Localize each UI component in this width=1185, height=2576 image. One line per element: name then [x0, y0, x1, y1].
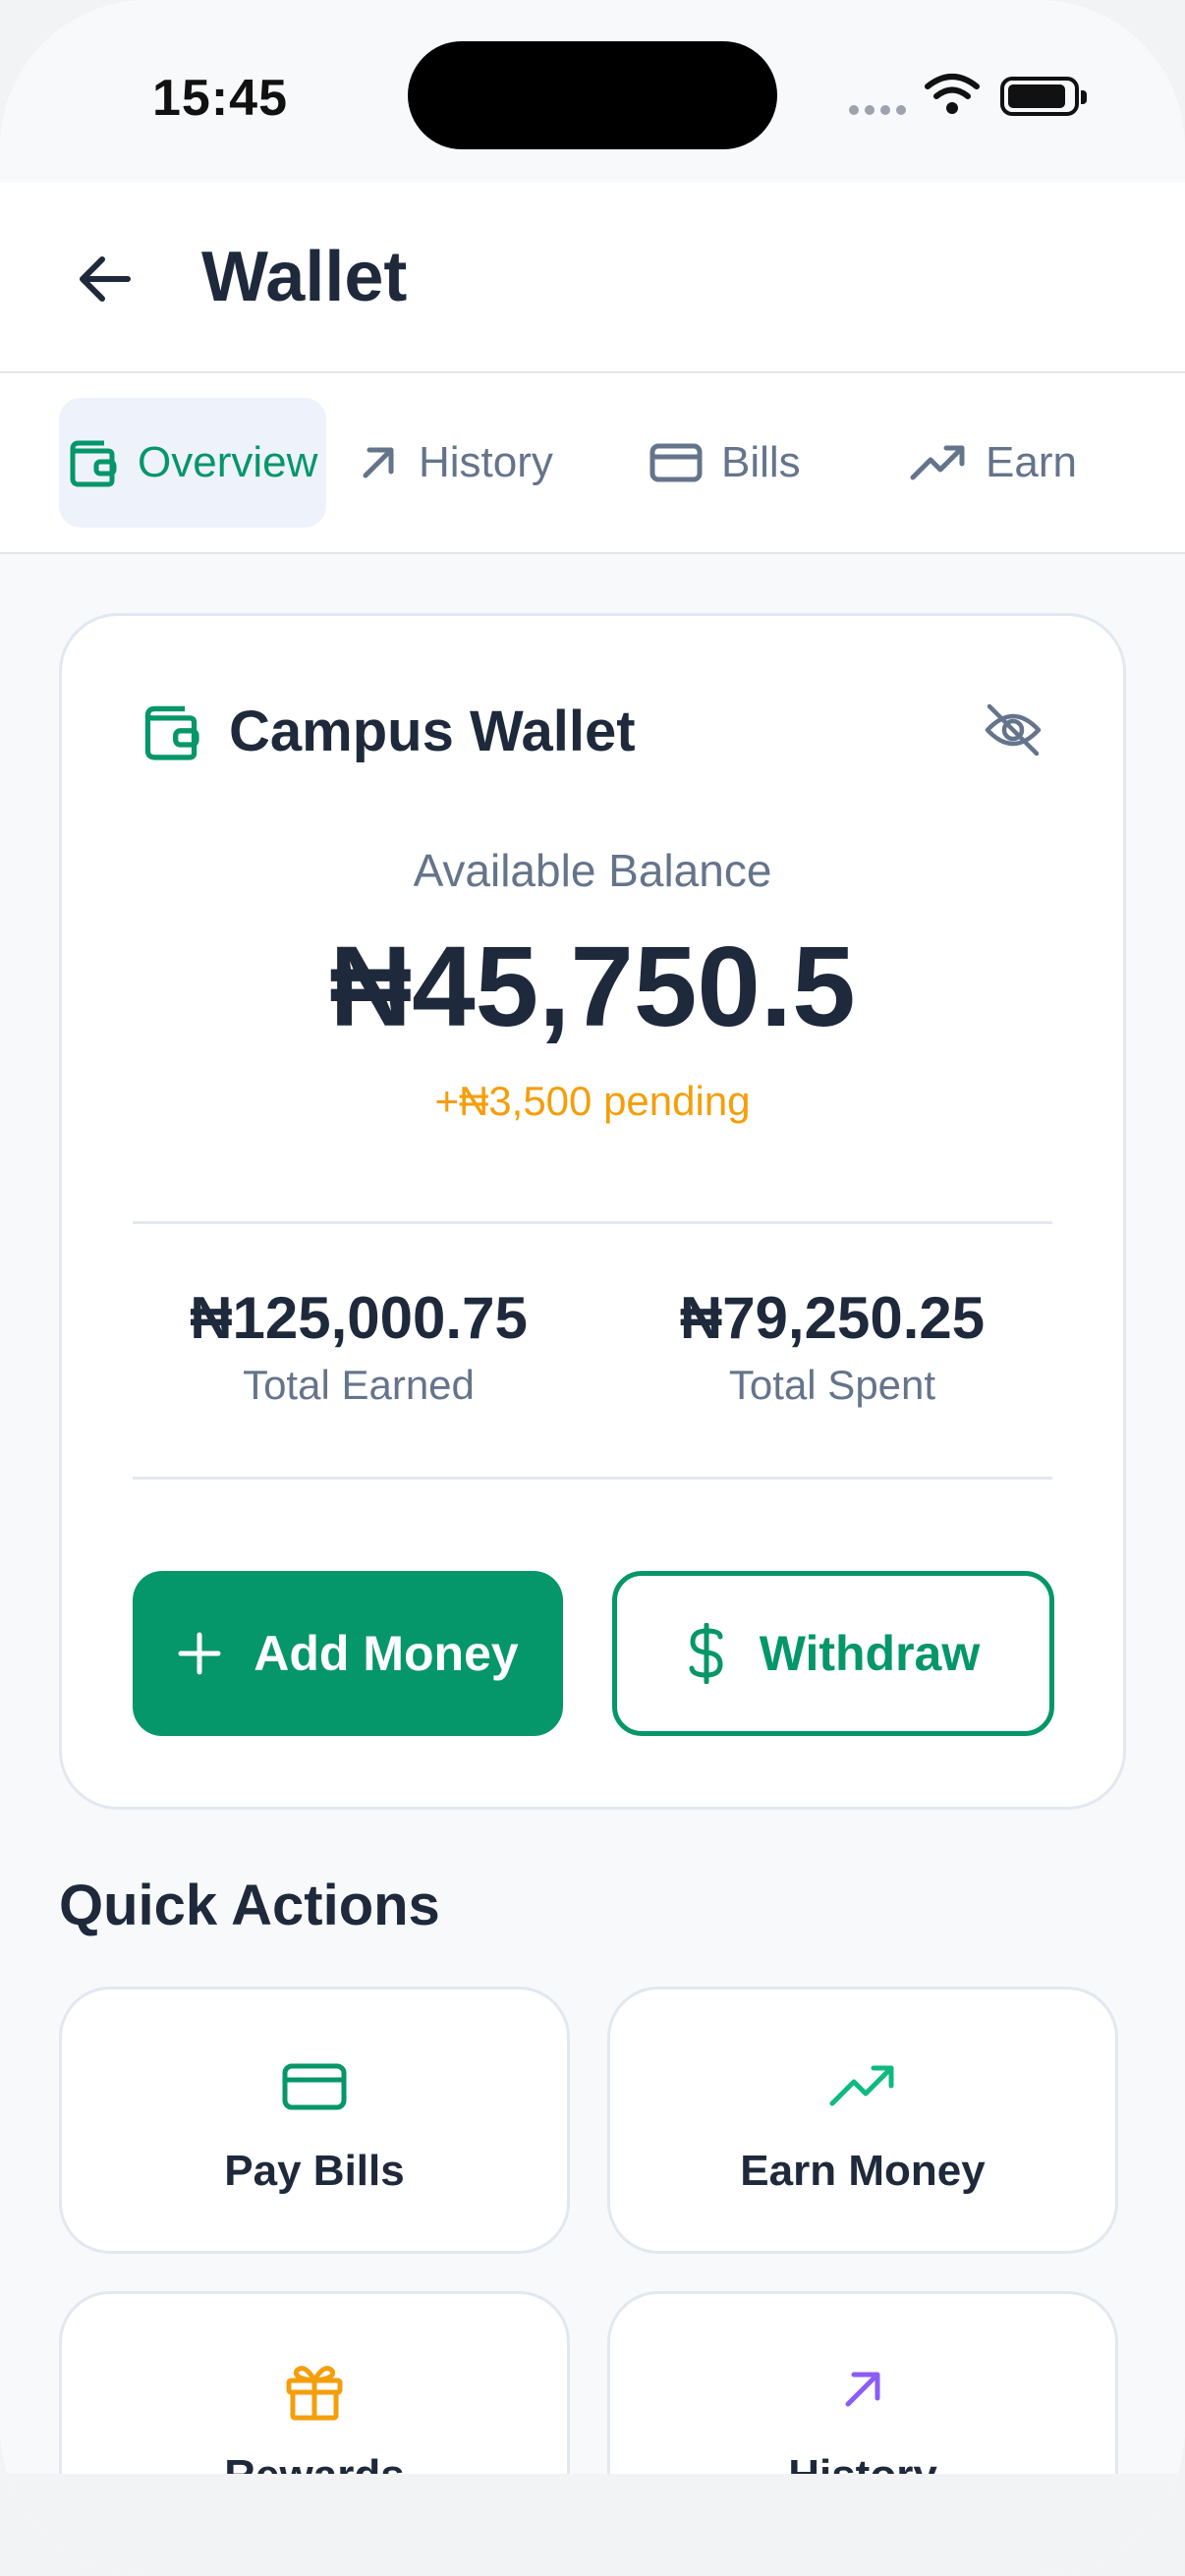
credit-card-icon [282, 2063, 347, 2110]
page-title: Wallet [201, 238, 408, 316]
quick-action-label: Earn Money [740, 2147, 986, 2195]
app-header: Wallet [0, 183, 1185, 373]
tab-overview-label: Overview [138, 438, 318, 486]
total-earned-label: Total Earned [243, 1362, 475, 1408]
phone-screen: 15:45 Wallet Overview History Bills Earn… [0, 0, 1185, 2576]
add-money-button[interactable]: Add Money [133, 1571, 563, 1736]
bottom-safe-area [0, 2474, 1185, 2576]
battery-icon [1000, 77, 1087, 116]
status-bar: 15:45 [0, 0, 1185, 183]
tab-bar: Overview History Bills Earn [0, 373, 1185, 554]
wallet-title: Campus Wallet [229, 700, 636, 763]
available-balance-label: Available Balance [413, 845, 772, 896]
trending-up-icon [910, 445, 965, 480]
tab-earn-label: Earn [986, 438, 1077, 486]
total-spent-label: Total Spent [728, 1362, 936, 1408]
tab-history[interactable]: History [356, 398, 553, 528]
quick-action-label: Pay Bills [224, 2147, 405, 2195]
eye-off-icon[interactable] [982, 699, 1044, 761]
total-earned-stat: ₦125,000.75 Total Earned [172, 1284, 545, 1409]
withdraw-label: Withdraw [759, 1626, 981, 1681]
back-arrow-icon[interactable] [71, 244, 141, 314]
cellular-signal-icon [849, 102, 912, 120]
quick-actions-title: Quick Actions [59, 1874, 440, 1937]
plus-icon [178, 1632, 221, 1675]
tab-bills-label: Bills [721, 438, 801, 486]
wallet-icon [144, 705, 199, 760]
quick-action-pay-bills[interactable]: Pay Bills [59, 1987, 570, 2254]
dollar-icon [689, 1623, 723, 1684]
total-earned-value: ₦125,000.75 [190, 1285, 528, 1351]
status-time: 15:45 [152, 70, 288, 127]
trending-up-icon [829, 2065, 894, 2106]
divider [133, 1221, 1052, 1224]
tab-overview[interactable]: Overview [59, 398, 326, 528]
tab-earn[interactable]: Earn [909, 398, 1077, 528]
arrow-up-right-icon [845, 2372, 880, 2407]
quick-action-earn-money[interactable]: Earn Money [607, 1987, 1118, 2254]
credit-card-icon [649, 443, 703, 482]
dynamic-island [408, 41, 777, 149]
pending-amount: +₦3,500 pending [434, 1078, 751, 1124]
wifi-icon [925, 74, 980, 114]
total-spent-stat: ₦79,250.25 Total Spent [646, 1284, 1019, 1409]
wallet-card: Campus Wallet Available Balance ₦45,750.… [59, 613, 1126, 1810]
wallet-icon [70, 440, 117, 487]
total-spent-value: ₦79,250.25 [679, 1285, 986, 1351]
arrow-up-right-icon [363, 447, 394, 478]
withdraw-button[interactable]: Withdraw [612, 1571, 1054, 1736]
divider [133, 1477, 1052, 1480]
add-money-label: Add Money [254, 1626, 519, 1681]
wallet-card-header: Campus Wallet [139, 699, 636, 764]
tab-history-label: History [419, 438, 553, 486]
tab-bills[interactable]: Bills [649, 398, 801, 528]
balance-amount: ₦45,750.5 [329, 923, 856, 1050]
gift-icon [286, 2366, 343, 2421]
